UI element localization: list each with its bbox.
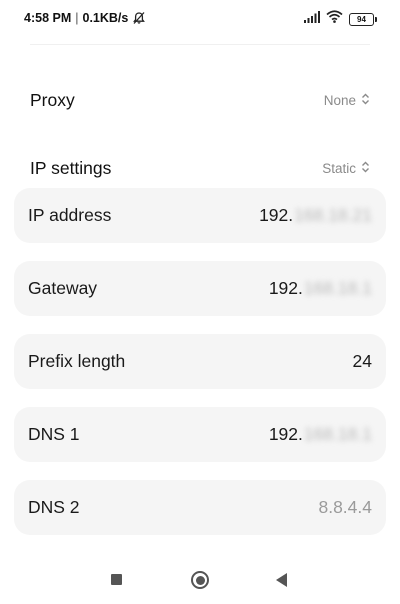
dns1-field[interactable]: DNS 1 192. 168.18.1 bbox=[14, 407, 386, 462]
proxy-label: Proxy bbox=[30, 89, 75, 110]
chevron-updown-icon bbox=[361, 93, 370, 108]
dns1-label: DNS 1 bbox=[28, 424, 80, 444]
recents-square-icon[interactable] bbox=[111, 574, 122, 585]
clock: 4:58 PM bbox=[24, 11, 72, 25]
ip-address-input[interactable]: 192. 168.18.21 bbox=[259, 205, 372, 226]
prefix-length-field[interactable]: Prefix length 24 bbox=[14, 334, 386, 389]
status-bar: 4:58 PM | 0.1KB/s 94 bbox=[0, 0, 400, 36]
ip-settings-label: IP settings bbox=[30, 157, 112, 178]
dns1-redacted: 168.18.1 bbox=[303, 424, 372, 444]
status-right: 94 bbox=[304, 10, 377, 28]
battery-icon: 94 bbox=[349, 12, 377, 26]
gateway-field[interactable]: Gateway 192. 168.18.1 bbox=[14, 261, 386, 316]
ip-settings-value: Static bbox=[322, 160, 356, 176]
gateway-label: Gateway bbox=[28, 278, 98, 298]
gateway-input[interactable]: 192. 168.18.1 bbox=[269, 278, 372, 299]
divider bbox=[30, 44, 370, 45]
ip-address-value: 192. bbox=[259, 205, 294, 225]
gateway-redacted: 168.18.1 bbox=[303, 278, 372, 298]
navigation-bar bbox=[0, 560, 400, 600]
network-speed: 0.1KB/s bbox=[82, 11, 129, 25]
silent-bell-icon bbox=[132, 11, 146, 25]
proxy-selector[interactable]: None bbox=[324, 93, 370, 108]
gateway-value: 192. bbox=[268, 278, 303, 298]
ip-settings-row[interactable]: IP settings Static bbox=[30, 156, 370, 180]
dns1-value: 192. bbox=[268, 424, 303, 444]
wifi-icon bbox=[326, 10, 343, 28]
ip-settings-selector[interactable]: Static bbox=[322, 161, 370, 176]
status-separator: | bbox=[75, 11, 79, 25]
home-circle-icon[interactable] bbox=[191, 571, 209, 589]
chevron-updown-icon bbox=[361, 161, 370, 176]
dns2-label: DNS 2 bbox=[28, 497, 80, 517]
ip-address-field[interactable]: IP address 192. 168.18.21 bbox=[14, 188, 386, 243]
status-left: 4:58 PM | 0.1KB/s bbox=[24, 11, 146, 25]
proxy-row[interactable]: Proxy None bbox=[30, 88, 370, 112]
ip-address-label: IP address bbox=[28, 205, 112, 225]
back-triangle-icon[interactable] bbox=[276, 573, 287, 587]
dns2-input[interactable]: 8.8.4.4 bbox=[318, 497, 372, 518]
dns1-input[interactable]: 192. 168.18.1 bbox=[269, 424, 372, 445]
dns2-field[interactable]: DNS 2 8.8.4.4 bbox=[14, 480, 386, 535]
signal-icon bbox=[304, 10, 320, 28]
prefix-length-input[interactable]: 24 bbox=[353, 351, 372, 372]
prefix-length-label: Prefix length bbox=[28, 351, 126, 371]
battery-level: 94 bbox=[357, 14, 366, 24]
proxy-value: None bbox=[323, 92, 356, 108]
ip-address-redacted: 168.18.21 bbox=[294, 205, 372, 225]
